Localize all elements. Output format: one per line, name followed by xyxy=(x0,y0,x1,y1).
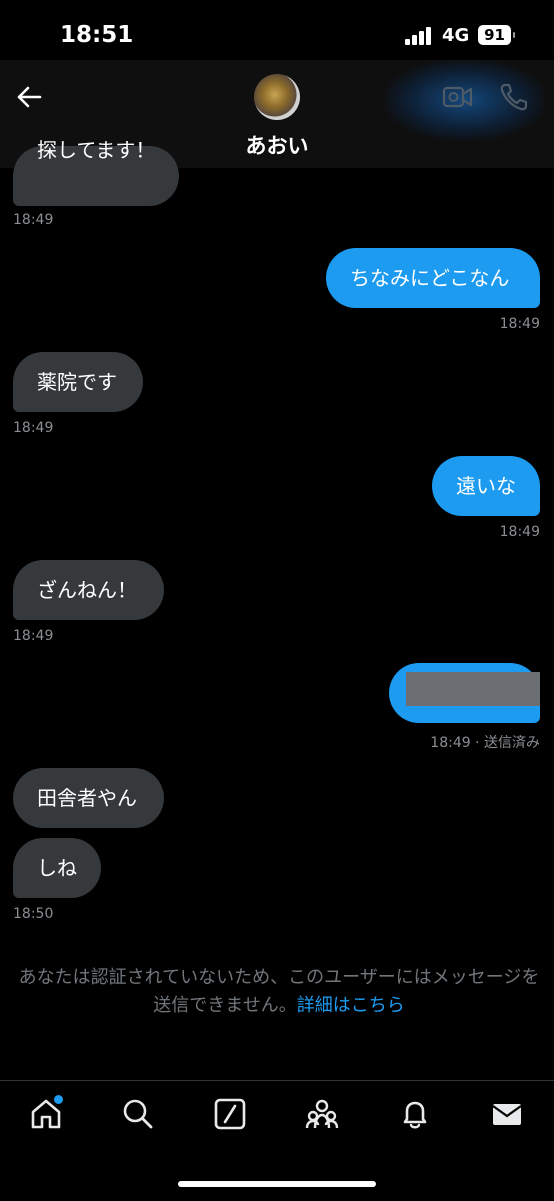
bell-icon[interactable] xyxy=(398,1097,432,1131)
redacted-content xyxy=(406,672,540,706)
message-timestamp: 18:49 xyxy=(13,420,54,436)
message-timestamp: 18:49 xyxy=(13,628,54,644)
message-text: しね xyxy=(37,856,77,880)
message-timestamp: 18:49 xyxy=(499,316,540,332)
home-indicator xyxy=(178,1181,376,1187)
search-icon[interactable] xyxy=(121,1097,155,1131)
signal-icon xyxy=(405,27,433,45)
mail-icon[interactable] xyxy=(490,1097,524,1131)
message-bubble-received[interactable]: 田舎者やん xyxy=(13,768,164,828)
communities-icon[interactable] xyxy=(305,1097,339,1131)
message-bubble-received[interactable]: ざんねん！ xyxy=(13,560,164,620)
status-time: 18:51 xyxy=(60,22,134,48)
message-text: ざんねん！ xyxy=(37,578,137,602)
message-bubble-sent[interactable]: 遠いな xyxy=(432,456,540,516)
back-arrow-icon[interactable] xyxy=(14,82,44,112)
message-bubble-received[interactable]: 薬院です xyxy=(13,352,143,412)
cannot-message-notice: あなたは認証されていないため、このユーザーにはメッセージを送信できません。詳細は… xyxy=(14,964,544,1020)
notice-text: あなたは認証されていないため、このユーザーにはメッセージを送信できません。 xyxy=(18,967,540,1016)
phone-icon[interactable] xyxy=(499,82,531,112)
message-timestamp: 18:49 xyxy=(13,212,54,228)
message-text: 薬院です xyxy=(37,370,117,394)
message-text: ちなみにどこなん xyxy=(350,266,510,290)
message-timestamp: 18:50 xyxy=(13,906,54,922)
message-text: 探してます！ xyxy=(37,138,156,162)
message-bubble-sent[interactable]: ちなみにどこなん xyxy=(326,248,540,308)
learn-more-link[interactable]: 詳細はこちら xyxy=(297,995,405,1016)
message-bubble-received[interactable]: 探してます！ xyxy=(13,138,180,206)
notification-dot xyxy=(54,1095,63,1104)
avatar[interactable] xyxy=(254,74,300,120)
grok-icon[interactable] xyxy=(213,1097,247,1131)
message-text: 田舎者やん xyxy=(37,786,137,810)
video-call-icon[interactable] xyxy=(442,82,474,112)
message-text: 遠いな xyxy=(456,474,516,498)
message-bubble-received[interactable]: しね xyxy=(13,838,101,898)
message-timestamp: 18:49 · 送信済み xyxy=(430,735,540,751)
battery-indicator: 91 xyxy=(478,25,515,45)
network-type: 4G xyxy=(442,25,470,46)
message-timestamp: 18:49 xyxy=(499,524,540,540)
